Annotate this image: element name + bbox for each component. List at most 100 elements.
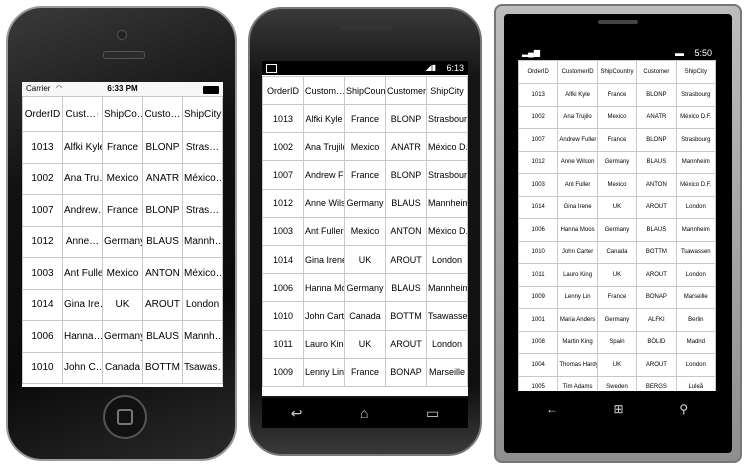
table-cell[interactable]: AROUT	[636, 353, 677, 377]
table-cell[interactable]: Anne Wilso	[303, 188, 345, 218]
table-cell[interactable]: 1005	[518, 375, 559, 391]
table-cell[interactable]: AROUT	[385, 244, 427, 275]
table-row[interactable]: 1014Gina Ire…UKAROUTLondon	[22, 288, 223, 321]
table-cell[interactable]: México D.F.	[426, 132, 468, 162]
table-cell[interactable]: Lenny Lin	[303, 357, 345, 387]
table-cell[interactable]: France	[102, 131, 143, 164]
table-cell[interactable]: Marseille	[675, 285, 716, 309]
table-cell[interactable]: 1014	[22, 288, 63, 321]
table-cell[interactable]: Sweden	[596, 375, 638, 391]
table-row[interactable]: 1006 Hanna Mo Germany BLAUS Mannheim	[262, 273, 468, 303]
table-cell[interactable]: 1013	[518, 83, 559, 107]
table-cell[interactable]: Mannheim	[675, 150, 716, 174]
table-cell[interactable]: BLONP	[385, 160, 427, 190]
header-shipcity[interactable]: ShipCity	[426, 76, 468, 105]
table-cell[interactable]: BLAUS	[636, 218, 677, 242]
table-cell[interactable]: France	[102, 194, 143, 227]
header-shipcountry[interactable]: ShipCountry	[596, 60, 638, 84]
header-customer[interactable]: Customer	[636, 60, 677, 84]
table-cell[interactable]: 1013	[22, 131, 63, 164]
table-cell[interactable]: 1006	[22, 320, 63, 353]
table-cell[interactable]: Germany	[102, 225, 143, 258]
table-row[interactable]: 1004 Thomas Hardy UK AROUT London	[518, 353, 716, 377]
table-cell[interactable]: Hanna Moos	[557, 218, 598, 242]
table-row[interactable]: 1003Ant FullerMexicoANTONMéxico D.F.	[262, 216, 468, 246]
table-cell[interactable]: London	[675, 263, 716, 287]
table-cell[interactable]: UK	[596, 353, 638, 377]
table-cell[interactable]: 1002	[22, 162, 63, 195]
table-cell[interactable]: 1003	[262, 216, 304, 246]
header-orderid[interactable]: OrderID	[518, 60, 559, 84]
table-cell[interactable]: Ant Fuller	[62, 257, 103, 290]
table-row[interactable]: 1010John C…CanadaBOTTMTsawas…	[22, 351, 223, 384]
header-customerid[interactable]: CustomerID	[557, 60, 598, 84]
table-row[interactable]: 1003Ant FullerMexicoANTONMéxico…	[22, 257, 223, 290]
header-shipcountry[interactable]: ShipCoun…	[344, 76, 386, 105]
table-cell[interactable]: 1001	[518, 308, 559, 332]
table-cell[interactable]: France	[596, 83, 638, 107]
table-cell[interactable]: Andrew Fuller	[557, 128, 598, 152]
header-orderid[interactable]: OrderID	[22, 96, 63, 132]
table-cell[interactable]: Strasbourg	[675, 83, 716, 107]
table-cell[interactable]: 1003	[518, 173, 559, 197]
table-cell[interactable]: 1002	[262, 132, 304, 162]
table-cell[interactable]: Canada	[102, 351, 143, 384]
table-cell[interactable]: Canada	[344, 301, 386, 331]
header-shipcity[interactable]: ShipCity	[182, 96, 223, 132]
table-row[interactable]: 1011 Lauro King UK AROUT London	[262, 329, 468, 359]
table-cell[interactable]: John C…	[62, 351, 103, 384]
table-cell[interactable]: Mannheim	[675, 218, 716, 242]
table-cell[interactable]: Gina Irene	[303, 244, 345, 275]
table-cell[interactable]: Alfki Kyle	[303, 103, 345, 134]
table-cell[interactable]: Tim Adams	[557, 375, 598, 391]
data-grid[interactable]: OrderID Custom…↑ ShipCoun… Customer Ship…	[262, 76, 468, 387]
table-cell[interactable]: BLONP	[142, 194, 183, 227]
table-cell[interactable]: Stras…	[182, 194, 223, 227]
header-customer[interactable]: Custo…	[142, 96, 183, 132]
table-cell[interactable]: ANTON	[385, 216, 427, 246]
table-cell[interactable]: Anne Wilson	[557, 150, 598, 174]
table-cell[interactable]: Strasbourg	[426, 160, 468, 190]
back-arrow-icon[interactable]: ←	[546, 402, 558, 416]
header-customer[interactable]: Customer	[385, 76, 427, 105]
table-cell[interactable]: BOTTM	[636, 240, 677, 264]
table-cell[interactable]: AROUT	[636, 263, 677, 287]
table-cell[interactable]: Strasbourg	[675, 128, 716, 152]
table-cell[interactable]: ANTON	[636, 173, 677, 197]
table-cell[interactable]: 1012	[262, 188, 304, 218]
data-grid[interactable]: OrderID Cust…↑ ShipCo… Custo… ShipCity 1…	[22, 96, 223, 384]
table-row[interactable]: 1012 Anne Wilson Germany BLAUS Mannheim	[518, 150, 716, 174]
table-cell[interactable]: Madrid	[675, 330, 716, 354]
table-cell[interactable]: México D.F.	[426, 216, 468, 246]
table-cell[interactable]: Hanna…	[62, 320, 103, 353]
table-cell[interactable]: Tsawassen	[426, 301, 468, 331]
home-icon[interactable]: ⌂	[360, 405, 368, 421]
table-row[interactable]: 1013Alfki KyleFranceBLONPStrasbourg	[518, 83, 716, 107]
table-cell[interactable]: Mexico	[102, 162, 143, 195]
table-cell[interactable]: Maria Anders	[557, 308, 598, 332]
table-cell[interactable]: México D.F.	[675, 173, 716, 197]
data-grid[interactable]: OrderID CustomerID ShipCountry Customer …	[518, 60, 716, 391]
table-cell[interactable]: Gina Irene	[557, 195, 598, 219]
table-cell[interactable]: Mannh…	[182, 320, 223, 353]
table-cell[interactable]: Lauro King	[557, 263, 598, 287]
table-cell[interactable]: Ana Tru…	[62, 162, 103, 195]
table-row[interactable]: 1014 Gina Irene UK AROUT London	[518, 195, 716, 219]
table-cell[interactable]: Tsawassen	[675, 240, 716, 264]
table-row[interactable]: 1008 Martin King Spain BÓLID Madrid	[518, 330, 716, 354]
table-row[interactable]: 1001 Maria Anders Germany ALFKI Berlin	[518, 308, 716, 332]
table-cell[interactable]: BLONP	[385, 103, 427, 134]
table-cell[interactable]: 1006	[518, 218, 559, 242]
table-cell[interactable]: 1003	[22, 257, 63, 290]
table-row[interactable]: 1011 Lauro King UK AROUT London	[518, 263, 716, 287]
table-cell[interactable]: 1013	[262, 103, 304, 134]
table-cell[interactable]: Germany	[596, 218, 638, 242]
table-cell[interactable]: AROUT	[385, 329, 427, 359]
table-row[interactable]: 1013 Alfki Kyle France BLONP Stras…	[22, 131, 223, 164]
table-cell[interactable]: Andrew Fu	[303, 160, 345, 190]
table-cell[interactable]: Hanna Mo	[303, 273, 345, 303]
table-row[interactable]: 1009 Lenny Lin France BONAP Marseille	[518, 285, 716, 309]
table-cell[interactable]: 1012	[518, 150, 559, 174]
table-cell[interactable]: ANATR	[636, 105, 677, 129]
table-cell[interactable]: 1009	[262, 357, 304, 387]
